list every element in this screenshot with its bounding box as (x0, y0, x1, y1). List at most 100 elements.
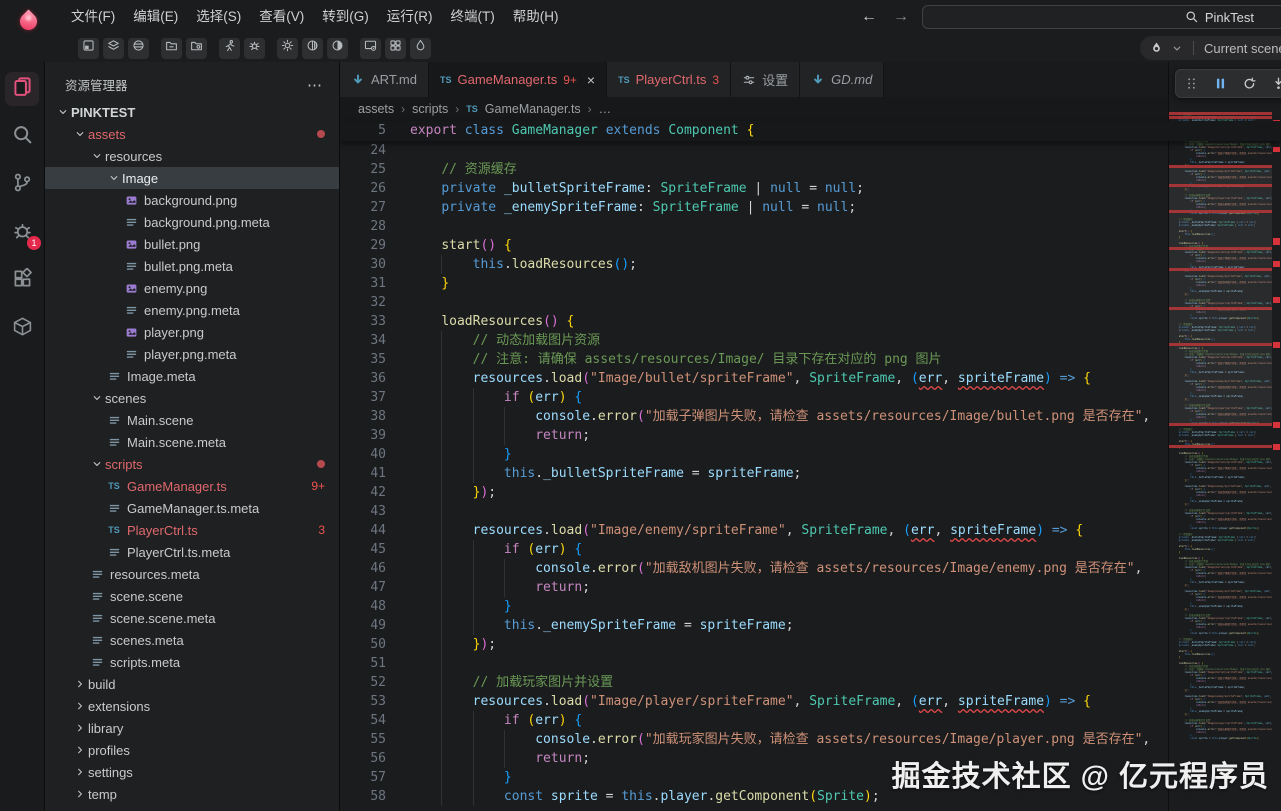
breadcrumb-item[interactable]: assets (358, 102, 394, 116)
minimap-slider[interactable] (1169, 166, 1272, 424)
folder-media-icon-button[interactable] (186, 38, 207, 59)
layers-icon-button[interactable] (103, 38, 124, 59)
tree-item-main.scene.meta[interactable]: Main.scene.meta (45, 431, 339, 453)
tree-item-scene.scene[interactable]: scene.scene (45, 585, 339, 607)
menu-文件F[interactable]: 文件(F) (62, 0, 124, 34)
scene-selector[interactable]: Current scene (1140, 36, 1281, 60)
menu-帮助H[interactable]: 帮助(H) (504, 0, 568, 34)
tree-item-scenes[interactable]: scenes (45, 387, 339, 409)
tree-item-background.png[interactable]: background.png (45, 189, 339, 211)
tree-item-resources.meta[interactable]: resources.meta (45, 563, 339, 585)
menu-转到G[interactable]: 转到(G) (313, 0, 378, 34)
code-editor[interactable]: 2425 // 资源缓存26 private _bulletSpriteFram… (340, 141, 1168, 811)
menu-选择S[interactable]: 选择(S) (187, 0, 250, 34)
menu-运行R[interactable]: 运行(R) (378, 0, 442, 34)
command-center-search[interactable]: PinkTest (922, 5, 1281, 29)
code-line-34[interactable]: 34 // 动态加载图片资源 (340, 331, 1168, 350)
code-line-33[interactable]: 33 loadResources() { (340, 312, 1168, 331)
code-line-47[interactable]: 47 return; (340, 578, 1168, 597)
code-line-43[interactable]: 43 (340, 502, 1168, 521)
panel-image-icon-button[interactable] (78, 38, 99, 59)
code-line-41[interactable]: 41 this._bulletSpriteFrame = spriteFrame… (340, 464, 1168, 483)
activity-explorer-icon[interactable] (5, 72, 39, 106)
code-line-54[interactable]: 54 if (err) { (340, 711, 1168, 730)
tree-item-scene.scene.meta[interactable]: scene.scene.meta (45, 607, 339, 629)
tree-item-settings[interactable]: settings (45, 761, 339, 783)
tree-item-image[interactable]: Image (45, 167, 339, 189)
activity-extensions-icon[interactable] (5, 264, 39, 298)
code-line-48[interactable]: 48 } (340, 597, 1168, 616)
pause-icon[interactable] (1213, 76, 1228, 91)
code-line-28[interactable]: 28 (340, 217, 1168, 236)
more-actions-icon[interactable]: ⋯ (307, 76, 323, 94)
sun-icon-button[interactable] (277, 38, 298, 59)
half-circle-icon-button[interactable] (327, 38, 348, 59)
code-line-42[interactable]: 42 }); (340, 483, 1168, 502)
tab-gd.md[interactable]: GD.md (800, 62, 884, 97)
tree-item-scripts[interactable]: scripts (45, 453, 339, 475)
code-line-45[interactable]: 45 if (err) { (340, 540, 1168, 559)
code-line-25[interactable]: 25 // 资源缓存 (340, 160, 1168, 179)
code-line-51[interactable]: 51 (340, 654, 1168, 673)
sticky-scroll-line[interactable]: 5export class GameManager extends Compon… (340, 121, 1281, 141)
grid-four-icon-button[interactable] (385, 38, 406, 59)
tree-item-scenes.meta[interactable]: scenes.meta (45, 629, 339, 651)
code-line-39[interactable]: 39 return; (340, 426, 1168, 445)
tree-item-scripts.meta[interactable]: scripts.meta (45, 651, 339, 673)
tree-item-main.scene[interactable]: Main.scene (45, 409, 339, 431)
restart-icon[interactable] (1242, 76, 1257, 91)
runner-icon-button[interactable] (219, 38, 240, 59)
code-line-26[interactable]: 26 private _bulletSpriteFrame: SpriteFra… (340, 179, 1168, 198)
tree-item-extensions[interactable]: extensions (45, 695, 339, 717)
menu-终端T[interactable]: 终端(T) (442, 0, 504, 34)
code-line-46[interactable]: 46 console.error("加载敌机图片失败，请检查 assets/re… (340, 559, 1168, 578)
tree-item-enemy.png[interactable]: enemy.png (45, 277, 339, 299)
tree-item-library[interactable]: library (45, 717, 339, 739)
activity-search-icon[interactable] (5, 120, 39, 154)
code-line-40[interactable]: 40 } (340, 445, 1168, 464)
code-line-32[interactable]: 32 (340, 293, 1168, 312)
history-back-button[interactable]: ← (858, 8, 880, 26)
menu-查看V[interactable]: 查看(V) (250, 0, 313, 34)
code-line-35[interactable]: 35 // 注意: 请确保 assets/resources/Image/ 目录… (340, 350, 1168, 369)
code-line-44[interactable]: 44 resources.load("Image/enemy/spriteFra… (340, 521, 1168, 540)
code-line-24[interactable]: 24 (340, 141, 1168, 160)
code-line-30[interactable]: 30 this.loadResources(); (340, 255, 1168, 274)
tree-item-image.meta[interactable]: Image.meta (45, 365, 339, 387)
circle-db-icon-button[interactable] (128, 38, 149, 59)
code-line-38[interactable]: 38 console.error("加载子弹图片失败，请检查 assets/re… (340, 407, 1168, 426)
tree-item-enemy.png.meta[interactable]: enemy.png.meta (45, 299, 339, 321)
minimap[interactable]: // 资源缓存 private _bulletSpriteFrame: Spri… (1168, 62, 1272, 811)
code-line-49[interactable]: 49 this._enemySpriteFrame = spriteFrame; (340, 616, 1168, 635)
code-line-52[interactable]: 52 // 加载玩家图片并设置 (340, 673, 1168, 692)
tree-item-playerctrl.ts.meta[interactable]: PlayerCtrl.ts.meta (45, 541, 339, 563)
tree-item-player.png[interactable]: player.png (45, 321, 339, 343)
tree-item-build[interactable]: build (45, 673, 339, 695)
code-line-27[interactable]: 27 private _enemySpriteFrame: SpriteFram… (340, 198, 1168, 217)
tree-item-player.png.meta[interactable]: player.png.meta (45, 343, 339, 365)
tree-item-assets[interactable]: assets (45, 123, 339, 145)
code-line-36[interactable]: 36 resources.load("Image/bullet/spriteFr… (340, 369, 1168, 388)
tab-art.md[interactable]: ART.md (340, 62, 429, 97)
breadcrumb-item[interactable]: scripts (412, 102, 448, 116)
tree-item-bullet.png[interactable]: bullet.png (45, 233, 339, 255)
code-line-37[interactable]: 37 if (err) { (340, 388, 1168, 407)
code-line-31[interactable]: 31 } (340, 274, 1168, 293)
screen-gear-icon-button[interactable] (360, 38, 381, 59)
tree-item-background.png.meta[interactable]: background.png.meta (45, 211, 339, 233)
tab-playerctrl.ts[interactable]: TSPlayerCtrl.ts3 (607, 62, 731, 97)
code-line-50[interactable]: 50 }); (340, 635, 1168, 654)
activity-source-control-icon[interactable] (5, 168, 39, 202)
tree-item-pinktest[interactable]: PINKTEST (45, 101, 339, 123)
tree-item-temp[interactable]: temp (45, 783, 339, 805)
tree-item-resources[interactable]: resources (45, 145, 339, 167)
breadcrumb-item[interactable]: GameManager.ts (485, 102, 581, 116)
code-line-53[interactable]: 53 resources.load("Image/player/spriteFr… (340, 692, 1168, 711)
tree-item-bullet.png.meta[interactable]: bullet.png.meta (45, 255, 339, 277)
menu-编辑E[interactable]: 编辑(E) (124, 0, 187, 34)
history-forward-button[interactable]: → (890, 8, 912, 26)
breadcrumb-item[interactable]: … (599, 102, 612, 116)
tree-item-profiles[interactable]: profiles (45, 739, 339, 761)
tree-item-playerctrl.ts[interactable]: TSPlayerCtrl.ts3 (45, 519, 339, 541)
code-line-55[interactable]: 55 console.error("加载玩家图片失败，请检查 assets/re… (340, 730, 1168, 749)
